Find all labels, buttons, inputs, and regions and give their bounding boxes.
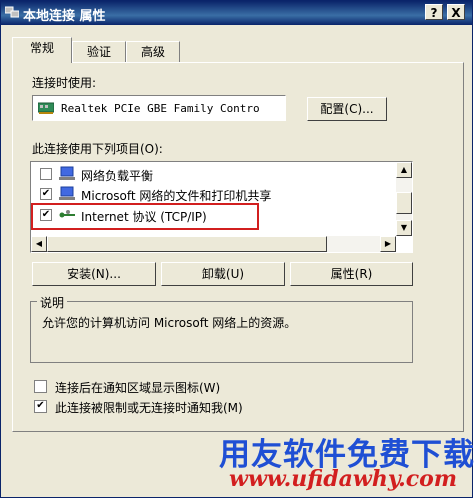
tab-authentication-label: 验证 xyxy=(86,45,111,59)
highlight-annotation-box xyxy=(31,203,259,230)
properties-button[interactable]: 属性(R) xyxy=(290,262,413,286)
uninstall-button[interactable]: 卸载(U) xyxy=(161,262,285,286)
connect-using-label: 连接时使用: xyxy=(32,76,97,90)
list-item-label: 网络负载平衡 xyxy=(81,169,154,183)
network-service-icon xyxy=(59,166,75,180)
properties-window: 本地连接 属性 ? X 常规 验证 高级 连接时使用: Realtek PCIe… xyxy=(0,0,474,498)
scroll-thumb[interactable] xyxy=(396,192,412,214)
close-button[interactable]: X xyxy=(447,4,465,20)
tab-advanced-label: 高级 xyxy=(140,45,165,59)
network-adapter-icon xyxy=(38,102,54,114)
tab-general-label: 常规 xyxy=(29,41,54,55)
install-button[interactable]: 安装(N)... xyxy=(32,262,156,286)
scroll-down-arrow-icon[interactable]: ▼ xyxy=(396,220,412,236)
item-checkbox-0[interactable] xyxy=(40,168,52,180)
show-icon-label: 连接后在通知区域显示图标(W) xyxy=(55,381,221,395)
notify-limited-label: 此连接被限制或无连接时通知我(M) xyxy=(55,401,243,415)
scroll-left-arrow-icon[interactable]: ◀ xyxy=(31,236,47,252)
help-button[interactable]: ? xyxy=(425,4,443,20)
watermark-url: www.ufidawhy.com xyxy=(229,466,458,492)
description-group xyxy=(30,301,413,363)
list-item-network-load-balancing[interactable]: 网络负载平衡 xyxy=(31,164,391,184)
scroll-up-arrow-icon[interactable]: ▲ xyxy=(396,162,412,178)
network-service-icon xyxy=(59,186,75,200)
tab-advanced[interactable]: 高级 xyxy=(126,41,180,63)
scroll-right-arrow-icon[interactable]: ▶ xyxy=(380,236,396,252)
description-text: 允许您的计算机访问 Microsoft 网络上的资源。 xyxy=(42,316,297,330)
item-checkbox-1[interactable]: ✔ xyxy=(40,188,52,200)
notify-limited-checkbox[interactable]: ✔ xyxy=(34,400,47,413)
window-title: 本地连接 属性 xyxy=(23,9,106,24)
adapter-field: Realtek PCIe GBE Family Contro xyxy=(32,95,286,121)
list-item-file-printer-sharing[interactable]: ✔ Microsoft 网络的文件和打印机共享 xyxy=(31,184,391,204)
title-bar[interactable]: 本地连接 属性 ? X xyxy=(1,1,472,25)
tab-general[interactable]: 常规 xyxy=(12,37,72,63)
network-connection-icon xyxy=(5,6,19,18)
description-group-label: 说明 xyxy=(37,294,68,311)
configure-button[interactable]: 配置(C)... xyxy=(307,97,387,121)
list-item-label: Microsoft 网络的文件和打印机共享 xyxy=(81,189,272,203)
items-label: 此连接使用下列项目(O): xyxy=(32,142,163,156)
show-icon-checkbox[interactable] xyxy=(34,380,47,393)
horizontal-scroll-thumb[interactable] xyxy=(47,236,327,252)
adapter-name: Realtek PCIe GBE Family Contro xyxy=(61,102,260,115)
tab-authentication[interactable]: 验证 xyxy=(72,41,126,63)
